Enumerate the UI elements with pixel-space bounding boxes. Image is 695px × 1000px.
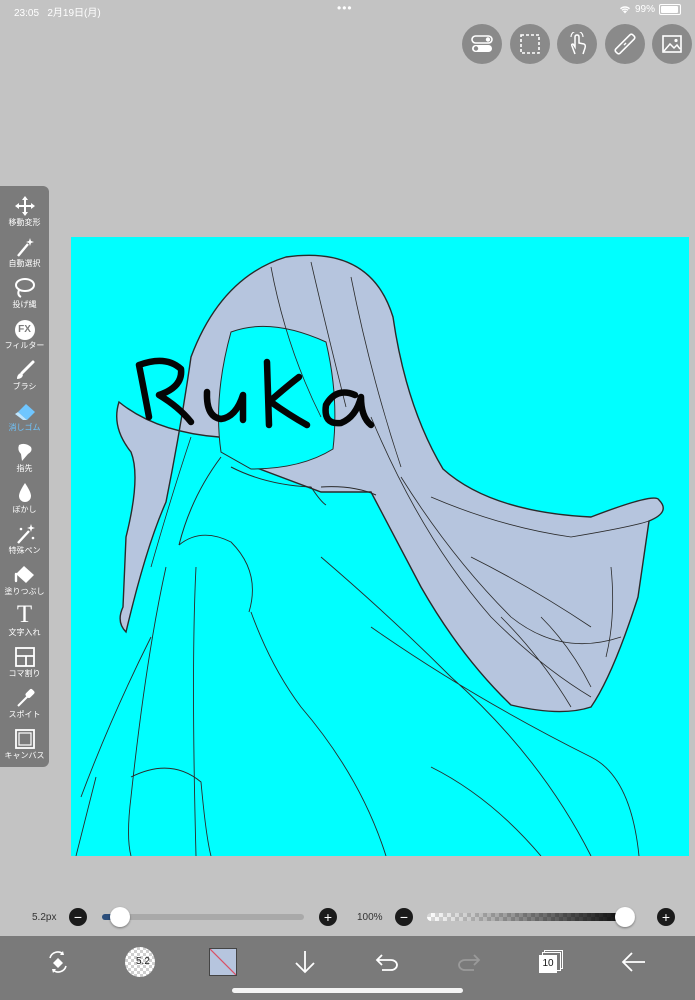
brush-size-plus-button[interactable]: + <box>319 908 337 926</box>
hair-shape <box>116 254 664 713</box>
tool-lasso[interactable]: 投げ縄 <box>0 274 49 314</box>
status-right: 99% <box>619 4 681 15</box>
arrow-down-icon <box>295 951 315 974</box>
brush-preview-button[interactable]: 5.2 <box>120 942 160 982</box>
eyedropper-icon <box>16 689 34 707</box>
wifi-icon <box>620 6 630 14</box>
status-bar: 23:05 2月19日(月) ••• 99% <box>0 0 695 20</box>
opacity-knob[interactable] <box>615 907 635 927</box>
brush-size-slider[interactable] <box>102 907 304 927</box>
undo-button[interactable] <box>367 942 407 982</box>
opacity-slider[interactable] <box>427 907 635 927</box>
battery-icon <box>659 4 681 15</box>
tool-blur[interactable]: ぼかし <box>0 479 49 519</box>
eraser-swap-icon <box>49 951 67 973</box>
touch-button[interactable] <box>557 24 597 64</box>
undo-icon <box>375 954 398 971</box>
tool-label: ぼかし <box>12 505 37 514</box>
multitasking-dots-icon[interactable]: ••• <box>337 1 353 15</box>
selection-icon <box>520 34 540 54</box>
move-icon <box>14 196 35 216</box>
touch-icon <box>570 32 587 55</box>
ruler-button[interactable] <box>605 24 645 64</box>
tool-label: ブラシ <box>12 382 37 391</box>
finger-icon <box>17 443 32 461</box>
opacity-value: 100% <box>357 912 383 923</box>
ruler-icon <box>614 33 636 55</box>
text-icon: T <box>16 601 33 628</box>
battery-percent: 99% <box>634 4 655 15</box>
color-swatch <box>209 948 237 976</box>
tool-label: スポイト <box>8 710 41 719</box>
drawing-canvas[interactable] <box>71 237 689 856</box>
tool-label: 塗りつぶし <box>4 587 45 596</box>
redo-icon <box>458 954 481 971</box>
tool-label: 移動変形 <box>8 218 41 227</box>
canvas-icon <box>14 729 35 749</box>
fill-icon <box>14 566 34 583</box>
brush-preview-icon: 5.2 <box>125 947 155 977</box>
tool-label: 消しゴム <box>8 423 41 432</box>
tool-finger[interactable]: 指先 <box>0 438 49 478</box>
tool-filter[interactable]: FX フィルター <box>0 315 49 355</box>
download-button[interactable] <box>285 942 325 982</box>
blur-icon <box>18 483 31 502</box>
color-swatch-button[interactable] <box>203 942 243 982</box>
brush-size-minus-button[interactable]: − <box>69 908 87 926</box>
image-button[interactable] <box>652 24 692 64</box>
tool-label: 特殊ペン <box>8 546 41 555</box>
tool-auto-select[interactable]: 自動選択 <box>0 233 49 273</box>
tool-text[interactable]: T 文字入れ <box>0 602 49 642</box>
frame-divider-icon <box>14 647 35 667</box>
tool-label: 文字入れ <box>8 628 41 637</box>
eraser-icon <box>14 404 35 420</box>
tool-label: 投げ縄 <box>12 300 37 309</box>
layers-button[interactable]: 10 <box>531 942 571 982</box>
tool-label: 指先 <box>16 464 33 473</box>
artwork <box>75 254 664 856</box>
tool-eraser[interactable]: 消しゴム <box>0 397 49 437</box>
tool-fill[interactable]: 塗りつぶし <box>0 561 49 601</box>
selection-button[interactable] <box>510 24 550 64</box>
redo-button[interactable] <box>449 942 489 982</box>
opacity-plus-button[interactable]: + <box>657 908 675 926</box>
tool-move-transform[interactable]: 移動変形 <box>0 192 49 232</box>
special-pen-icon <box>16 524 35 544</box>
layer-count: 10 <box>539 955 557 973</box>
eraser-toggle-button[interactable] <box>38 942 78 982</box>
tool-label: フィルター <box>4 341 45 350</box>
brush-size-badge: 5.2 <box>136 956 150 967</box>
lasso-icon <box>14 278 35 298</box>
settings-toggle-button[interactable] <box>462 24 502 64</box>
tool-label: キャンバス <box>4 751 45 760</box>
fx-icon: FX <box>14 320 35 340</box>
settings-toggle-icon <box>471 35 493 52</box>
brush-icon <box>16 360 34 379</box>
layers-icon: 10 <box>539 950 563 974</box>
image-icon <box>662 35 682 53</box>
brush-size-knob[interactable] <box>110 907 131 927</box>
opacity-minus-button[interactable]: − <box>395 908 413 926</box>
tool-special-pen[interactable]: 特殊ペン <box>0 520 49 560</box>
tool-brush[interactable]: ブラシ <box>0 356 49 396</box>
back-button[interactable] <box>614 942 654 982</box>
brush-size-value: 5.2px <box>32 912 57 923</box>
status-time: 23:05 2月19日(月) <box>14 8 101 19</box>
tool-label: コマ割り <box>8 669 41 678</box>
tool-eyedropper[interactable]: スポイト <box>0 684 49 724</box>
home-indicator[interactable] <box>232 988 463 993</box>
tool-canvas[interactable]: キャンバス <box>0 725 49 765</box>
tool-frame-divider[interactable]: コマ割り <box>0 643 49 683</box>
tool-label: 自動選択 <box>8 259 41 268</box>
tool-palette: 移動変形 自動選択 投げ縄 FX フィルター ブラシ 消しゴム 指先 ぼかし 特… <box>0 186 49 767</box>
arrow-left-icon <box>621 952 645 972</box>
magic-wand-icon <box>16 238 34 257</box>
